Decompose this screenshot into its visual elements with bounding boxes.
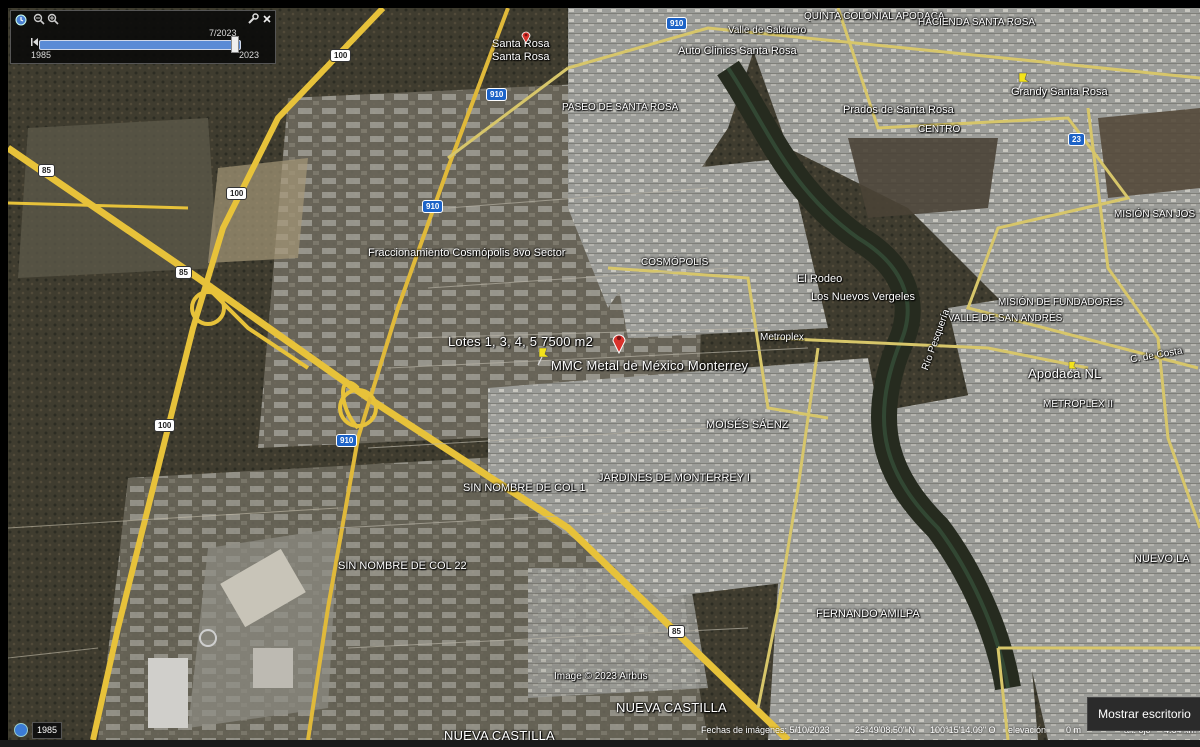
place-label-sin-nombre-col-22[interactable]: SIN NOMBRE DE COL 22 [338, 560, 467, 572]
red-placemark-icon[interactable] [611, 330, 627, 354]
place-label-mision-san-jose[interactable]: MISIÓN SAN JOS [1114, 209, 1195, 220]
elevation-label: elevación [1008, 725, 1047, 735]
highway-910-shield: 910 [666, 17, 688, 30]
yellow-pushpin-icon[interactable] [1016, 71, 1032, 91]
satellite-imagery [8, 8, 1200, 740]
latitude-readout: 25°49'08.50" N [855, 725, 916, 735]
place-label-metroplex[interactable]: Metroplex [760, 332, 804, 343]
highway-910-shield: 910 [486, 88, 508, 101]
highway-85-shield: 85 [668, 625, 685, 638]
place-label-nuevo-la[interactable]: NUEVO LA [1134, 553, 1190, 565]
place-label-lotes[interactable]: Lotes 1, 3, 4, 5 7500 m2 [448, 334, 593, 349]
place-label-prados-santa-rosa[interactable]: Prados de Santa Rosa [843, 104, 954, 116]
timeline-end-year: 2023 [239, 50, 260, 60]
highway-100-shield: 100 [154, 419, 176, 432]
place-label-mmc-metal[interactable]: MMC Metal de México Monterrey [551, 358, 748, 373]
place-label-hacienda-santa-rosa[interactable]: HACIENDA SANTA ROSA [918, 17, 1035, 28]
highway-100-shield: 100 [330, 49, 352, 62]
longitude-readout: 100°15'14.09" O [930, 725, 996, 735]
historical-imagery-slider[interactable]: 7/2023 1985 2023 [10, 10, 276, 64]
place-label-apodaca[interactable]: Apodaca NL [1028, 366, 1102, 381]
highway-910-shield: 910 [336, 434, 358, 447]
zoom-in-icon[interactable] [47, 13, 59, 28]
place-label-santa-rosa[interactable]: Santa Rosa [492, 51, 549, 63]
red-placemark-icon[interactable] [521, 30, 531, 44]
place-label-nueva-castilla[interactable]: NUEVA CASTILLA [616, 700, 727, 715]
taskbar-strip [0, 740, 1200, 747]
wrench-icon[interactable] [247, 13, 259, 28]
place-label-centro[interactable]: CENTRO [918, 124, 960, 135]
place-label-sin-nombre-col-1[interactable]: SIN NOMBRE DE COL 1 [463, 482, 585, 494]
place-label-jardines-de-monterrey[interactable]: JARDINES DE MONTERREY I [598, 472, 750, 484]
place-label-nueva-castilla[interactable]: NUEVA CASTILLA [444, 728, 555, 740]
close-icon[interactable] [262, 13, 272, 27]
timeline-thumb[interactable] [230, 36, 239, 53]
year-badge: 1985 [32, 722, 62, 739]
clock-icon[interactable] [15, 14, 27, 29]
show-desktop-tooltip: Mostrar escritorio [1087, 697, 1200, 731]
place-label-cosmopolis[interactable]: COSMÓPOLIS [641, 257, 708, 268]
place-label-mision-de-fundadores[interactable]: MISIÓN DE FUNDADORES [998, 297, 1123, 308]
place-label-fraccionamiento-cosmopolis[interactable]: Fraccionamiento Cosmópolis 8vo Sector [368, 247, 565, 259]
elevation-value: 0 m [1066, 725, 1082, 735]
place-label-fernando-amilpa[interactable]: FERNANDO AMILPA [816, 608, 920, 620]
timeline-track[interactable] [39, 40, 241, 50]
place-label-los-nuevos-vergeles[interactable]: Los Nuevos Vergeles [811, 291, 915, 303]
highway-910-shield: 910 [422, 200, 444, 213]
place-label-auto-clinics[interactable]: Auto Clinics Santa Rosa [678, 45, 797, 57]
place-label-paseo-santa-rosa[interactable]: PASEO DE SANTA ROSA [562, 102, 678, 113]
place-label-valle-de-san-andres[interactable]: VALLE DE SAN ANDRÉS [948, 313, 1062, 324]
globe-icon[interactable] [14, 723, 28, 737]
google-earth-window: 100 100 100 910 910 910 910 85 85 85 23 … [0, 0, 1200, 747]
yellow-pushpin-icon[interactable] [1066, 360, 1080, 376]
zoom-out-icon[interactable] [33, 13, 45, 28]
skip-back-icon[interactable] [31, 37, 39, 50]
highway-23-shield: 23 [1068, 133, 1085, 146]
timeline-start-year: 1985 [31, 50, 52, 60]
imagery-credit: Image © 2023 Airbus [554, 671, 648, 682]
yellow-pushpin-icon[interactable] [536, 346, 552, 366]
highway-100-shield: 100 [226, 187, 248, 200]
satellite-map-view[interactable]: 100 100 100 910 910 910 910 85 85 85 23 … [8, 8, 1200, 740]
place-label-metroplex-ii[interactable]: METROPLEX II [1043, 399, 1113, 410]
place-label-moises-saenz[interactable]: MOISÉS SÁENZ [706, 419, 789, 431]
highway-85-shield: 85 [38, 164, 55, 177]
highway-85-shield: 85 [175, 266, 192, 279]
place-label-valle-de-salduero[interactable]: Valle de Salduero [728, 25, 806, 36]
place-label-el-rodeo[interactable]: El Rodeo [797, 273, 842, 285]
imagery-date: Fechas de imágenes: 5/10/2023 [701, 725, 830, 735]
